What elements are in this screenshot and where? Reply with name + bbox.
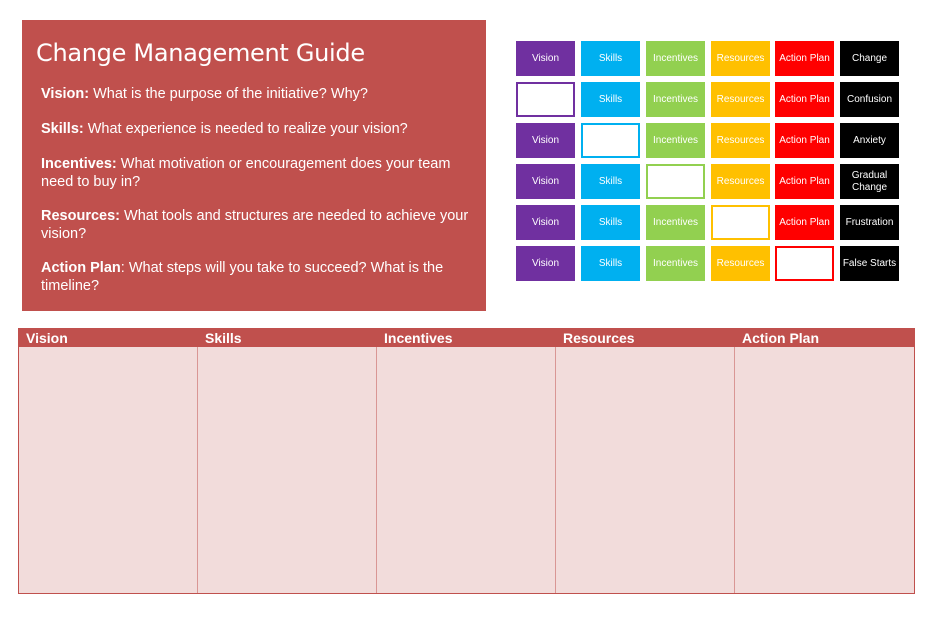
matrix-resources-cell: Resources <box>711 41 770 76</box>
matrix-skills-cell: Skills <box>581 41 640 76</box>
guide-title: Change Management Guide <box>36 39 365 67</box>
planning-table: Vision Skills Incentives Resources Actio… <box>18 328 915 594</box>
guide-item-resources: Resources: What tools and structures are… <box>41 207 481 243</box>
guide-term: Action Plan <box>41 260 121 276</box>
matrix-skills-cell: Skills <box>581 164 640 199</box>
table-cell-incentives[interactable] <box>377 347 556 593</box>
guide-text: What is the purpose of the initiative? W… <box>89 86 368 102</box>
matrix-vision-cell: Vision <box>516 164 575 199</box>
matrix-missing-resources-cell <box>711 205 770 240</box>
change-factor-matrix: Vision Skills Incentives Resources Action Pl… <box>514 38 904 286</box>
change-management-guide-panel: Change Management Guide Vision: What is … <box>22 20 486 311</box>
matrix-resources-cell: Resources <box>711 164 770 199</box>
matrix-skills-cell: Skills <box>581 246 640 281</box>
guide-term: Skills: <box>41 121 84 137</box>
guide-item-skills: Skills: What experience is needed to rea… <box>41 120 481 138</box>
matrix-resources-cell: Resources <box>711 82 770 117</box>
matrix-vision-cell: Vision <box>516 123 575 158</box>
guide-term: Incentives: <box>41 156 117 172</box>
table-header-vision: Vision <box>26 330 68 346</box>
guide-item-incentives: Incentives: What motivation or encourage… <box>41 155 481 191</box>
matrix-action-cell: Action Plan <box>775 164 834 199</box>
table-cell-skills[interactable] <box>198 347 377 593</box>
matrix-result-cell: Gradual Change <box>840 164 899 199</box>
matrix-action-cell: Action Plan <box>775 82 834 117</box>
matrix-action-cell: Action Plan <box>775 123 834 158</box>
matrix-result-cell: Frustration <box>840 205 899 240</box>
matrix-missing-vision-cell <box>516 82 575 117</box>
matrix-incentives-cell: Incentives <box>646 82 705 117</box>
matrix-action-cell: Action Plan <box>775 205 834 240</box>
matrix-resources-cell: Resources <box>711 246 770 281</box>
table-cell-resources[interactable] <box>556 347 735 593</box>
matrix-action-cell: Action Plan <box>775 41 834 76</box>
table-header-row: Vision Skills Incentives Resources Actio… <box>19 329 914 347</box>
matrix-skills-cell: Skills <box>581 82 640 117</box>
guide-item-action-plan: Action Plan: What steps will you take to… <box>41 259 481 295</box>
matrix-result-cell: Change <box>840 41 899 76</box>
guide-term: Vision: <box>41 86 90 102</box>
matrix-result-cell: Confusion <box>840 82 899 117</box>
matrix-missing-action-cell <box>775 246 834 281</box>
matrix-incentives-cell: Incentives <box>646 41 705 76</box>
matrix-vision-cell: Vision <box>516 205 575 240</box>
matrix-result-cell: Anxiety <box>840 123 899 158</box>
guide-item-vision: Vision: What is the purpose of the initi… <box>41 85 481 103</box>
guide-term: Resources: <box>41 208 120 224</box>
matrix-vision-cell: Vision <box>516 41 575 76</box>
matrix-missing-incentives-cell <box>646 164 705 199</box>
matrix-incentives-cell: Incentives <box>646 123 705 158</box>
table-header-skills: Skills <box>205 330 242 346</box>
matrix-incentives-cell: Incentives <box>646 205 705 240</box>
table-header-action-plan: Action Plan <box>742 330 820 346</box>
table-cell-vision[interactable] <box>19 347 198 593</box>
matrix-skills-cell: Skills <box>581 205 640 240</box>
matrix-vision-cell: Vision <box>516 246 575 281</box>
matrix-missing-skills-cell <box>581 123 640 158</box>
matrix-incentives-cell: Incentives <box>646 246 705 281</box>
table-cell-action-plan[interactable] <box>735 347 914 593</box>
matrix-result-cell: False Starts <box>840 246 899 281</box>
table-header-incentives: Incentives <box>384 330 453 346</box>
guide-text: What experience is needed to realize you… <box>83 121 408 137</box>
table-header-resources: Resources <box>563 330 635 346</box>
matrix-resources-cell: Resources <box>711 123 770 158</box>
